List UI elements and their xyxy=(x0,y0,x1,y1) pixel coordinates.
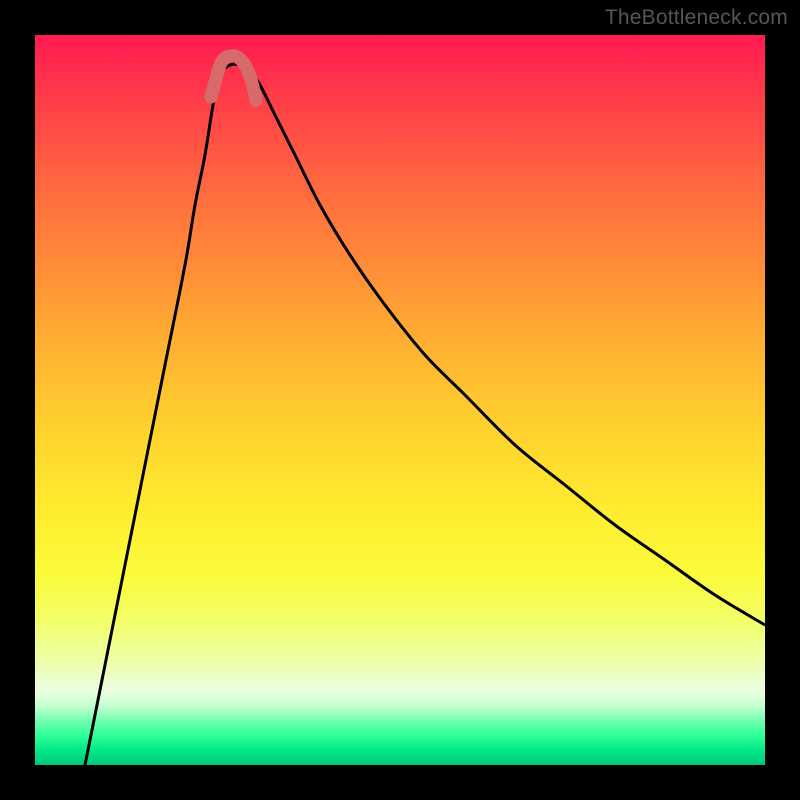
chart-frame: TheBottleneck.com xyxy=(0,0,800,800)
plot-area xyxy=(35,35,765,765)
highlight-trough xyxy=(211,56,256,100)
watermark-text: TheBottleneck.com xyxy=(605,6,788,30)
bottleneck-curve xyxy=(85,64,765,765)
curve-svg xyxy=(35,35,765,765)
